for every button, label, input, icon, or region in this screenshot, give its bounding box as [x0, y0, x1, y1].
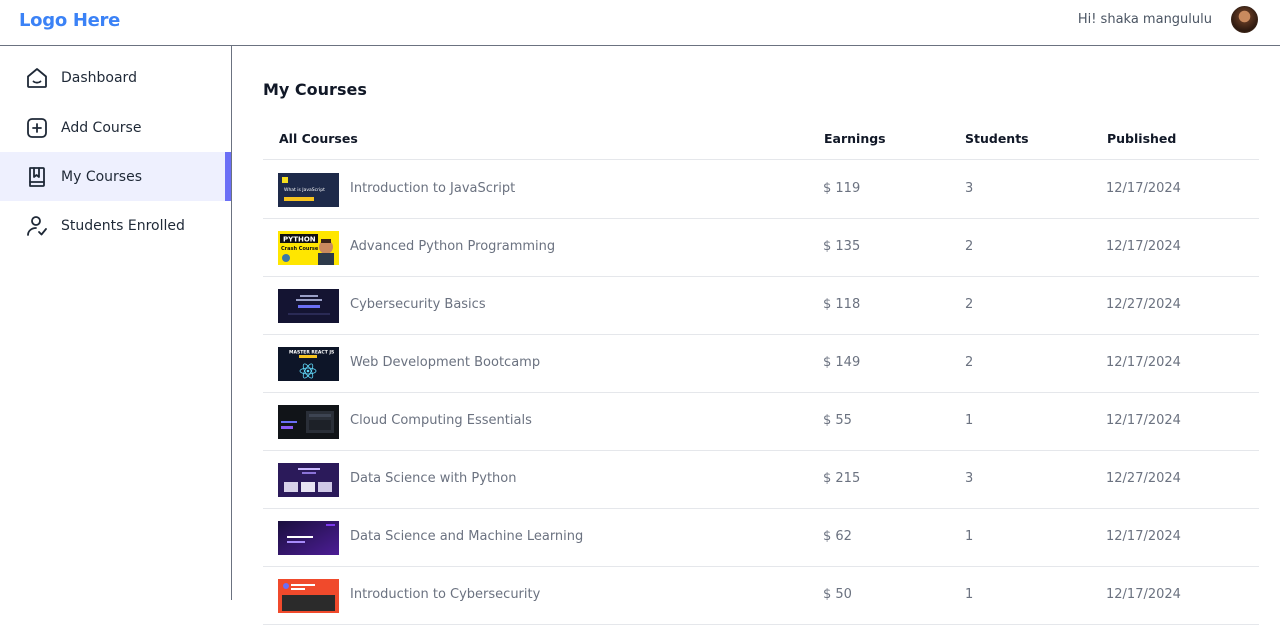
course-earnings: $ 149 [823, 355, 861, 370]
course-students: 2 [965, 297, 974, 312]
intro-cyber-thumbnail [278, 579, 339, 613]
course-students: 3 [965, 471, 974, 486]
table-row[interactable]: Cloud Computing Essentials $ 55 1 12/17/… [263, 393, 1259, 451]
javascript-thumbnail-text: What is JavaScript [284, 187, 325, 193]
sidebar-item-add-course[interactable]: Add Course [0, 103, 231, 152]
sidebar-item-label: My Courses [61, 168, 142, 185]
column-header-students: Students [965, 131, 1029, 146]
user-check-icon [25, 214, 49, 238]
book-icon [25, 165, 49, 189]
course-published: 12/27/2024 [1106, 297, 1181, 312]
sidebar-item-dashboard[interactable]: Dashboard [0, 53, 231, 102]
course-title[interactable]: Introduction to JavaScript [350, 181, 515, 196]
course-earnings: $ 135 [823, 239, 861, 254]
table-header: All Courses Earnings Students Published [263, 128, 1259, 160]
python-thumbnail: PYTHON Crash Course [278, 231, 339, 265]
course-earnings: $ 118 [823, 297, 861, 312]
table-row[interactable]: MASTER REACT JS Web Development Bootcamp… [263, 335, 1259, 393]
course-title[interactable]: Cybersecurity Basics [350, 297, 486, 312]
course-earnings: $ 62 [823, 529, 852, 544]
cloud-thumbnail [278, 405, 339, 439]
home-icon [25, 66, 49, 90]
cybersecurity-thumbnail [278, 289, 339, 323]
avatar[interactable] [1231, 6, 1258, 33]
javascript-thumbnail: What is JavaScript [278, 173, 339, 207]
column-header-all-courses: All Courses [279, 131, 358, 146]
sidebar-item-label: Students Enrolled [61, 217, 185, 234]
course-students: 1 [965, 413, 974, 428]
column-header-earnings: Earnings [824, 131, 886, 146]
table-row[interactable]: Data Science with Python $ 215 3 12/27/2… [263, 451, 1259, 509]
top-bar: Logo Here Hi! shaka mangululu [0, 0, 1280, 46]
table-row[interactable]: Data Science and Machine Learning $ 62 1… [263, 509, 1259, 567]
sidebar-item-students-enrolled[interactable]: Students Enrolled [0, 201, 231, 250]
main-content: My Courses All Courses Earnings Students… [232, 46, 1280, 625]
add-square-icon [25, 116, 49, 140]
python-thumbnail-sub: Crash Course [281, 246, 319, 252]
course-published: 12/17/2024 [1106, 355, 1181, 370]
course-title[interactable]: Data Science with Python [350, 471, 516, 486]
python-thumbnail-badge: PYTHON [283, 236, 316, 244]
table-row[interactable]: Introduction to Cybersecurity $ 50 1 12/… [263, 567, 1259, 625]
course-published: 12/17/2024 [1106, 181, 1181, 196]
course-students: 3 [965, 181, 974, 196]
course-title[interactable]: Cloud Computing Essentials [350, 413, 532, 428]
react-thumbnail: MASTER REACT JS [278, 347, 339, 381]
user-greeting: Hi! shaka mangululu [1077, 12, 1212, 27]
course-earnings: $ 215 [823, 471, 861, 486]
course-title[interactable]: Web Development Bootcamp [350, 355, 540, 370]
sidebar-item-my-courses[interactable]: My Courses [0, 152, 231, 201]
course-title[interactable]: Data Science and Machine Learning [350, 529, 583, 544]
course-published: 12/17/2024 [1106, 529, 1181, 544]
course-students: 2 [965, 355, 974, 370]
course-students: 1 [965, 529, 974, 544]
sidebar: Dashboard Add Course My Courses Students… [0, 46, 232, 600]
table-row[interactable]: Cybersecurity Basics $ 118 2 12/27/2024 [263, 277, 1259, 335]
course-title[interactable]: Advanced Python Programming [350, 239, 555, 254]
page-title: My Courses [263, 80, 367, 99]
sidebar-item-label: Add Course [61, 119, 142, 136]
course-published: 12/27/2024 [1106, 471, 1181, 486]
react-thumbnail-text: MASTER REACT JS [289, 350, 334, 356]
course-earnings: $ 119 [823, 181, 861, 196]
table-row[interactable]: PYTHON Crash Course Advanced Python Prog… [263, 219, 1259, 277]
data-science-thumbnail [278, 463, 339, 497]
column-header-published: Published [1107, 131, 1177, 146]
course-published: 12/17/2024 [1106, 239, 1181, 254]
course-students: 2 [965, 239, 974, 254]
course-earnings: $ 55 [823, 413, 852, 428]
sidebar-item-label: Dashboard [61, 69, 137, 86]
course-published: 12/17/2024 [1106, 413, 1181, 428]
table-row[interactable]: What is JavaScript Introduction to JavaS… [263, 161, 1259, 219]
courses-table: What is JavaScript Introduction to JavaS… [263, 161, 1259, 625]
ml-thumbnail [278, 521, 339, 555]
logo[interactable]: Logo Here [19, 10, 120, 31]
